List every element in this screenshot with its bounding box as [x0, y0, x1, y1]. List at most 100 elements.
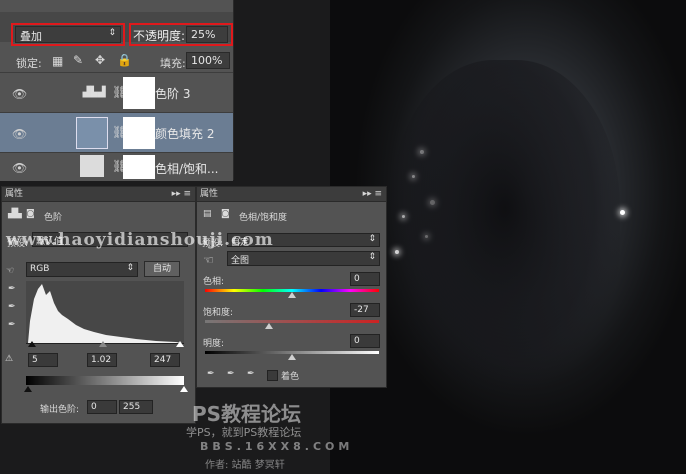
- opacity-label: 不透明度:: [133, 29, 186, 43]
- range-select[interactable]: 全图 ⇕: [227, 251, 380, 266]
- hue-saturation-properties-panel: 属性 ▸▸ ≡ ▤ ◙ 色相/饱和度 预设: 自定 ⇕ ☜ 全图 ⇕ 色相: 0…: [196, 186, 387, 388]
- output-gradient: [26, 376, 184, 385]
- white-eyedropper-icon[interactable]: ✒: [8, 320, 16, 330]
- panel-menu-icon[interactable]: ▸▸ ≡: [172, 187, 191, 201]
- output-white-slider[interactable]: [180, 386, 188, 392]
- lock-transparency-icon[interactable]: ▦: [52, 54, 63, 68]
- layer-mask-thumb: [123, 117, 155, 149]
- levels-properties-panel: 属性 ▸▸ ≡ ▟▙ ◙ 色阶 预设: 默认值 ☜ RGB ⇕ 自动 ✒ ✒ ✒…: [1, 186, 196, 424]
- mask-icon: ◙: [26, 209, 35, 219]
- lock-move-icon[interactable]: ✥: [95, 53, 105, 67]
- panel-title-bar: 属性 ▸▸ ≡: [2, 187, 195, 202]
- sparkle: [420, 150, 424, 154]
- input-gamma-slider[interactable]: [99, 341, 107, 347]
- select-arrows-icon: ⇕: [368, 234, 376, 244]
- input-black-value: 5: [32, 355, 38, 365]
- output-white-field[interactable]: 255: [119, 400, 153, 414]
- saturation-field[interactable]: -27: [350, 303, 380, 317]
- saturation-label: 饱和度:: [203, 308, 234, 318]
- layer-name: 颜色填充 2: [155, 127, 215, 141]
- layer-row-selected[interactable]: 👁 ⛓ 颜色填充 2: [0, 112, 233, 153]
- input-white-slider[interactable]: [176, 341, 184, 347]
- output-levels-label: 输出色阶:: [40, 405, 80, 415]
- hue-slider-knob[interactable]: [288, 292, 296, 298]
- layers-panel: 叠加 ⇕ 不透明度: 25% 锁定: ▦ ✎ ✥ 🔒 填充: 100% 👁 ▟▙…: [0, 0, 234, 181]
- panel-title: 属性: [5, 189, 24, 199]
- input-white-field[interactable]: 247: [150, 353, 180, 367]
- huesat-icon: ▤: [203, 209, 212, 219]
- eyedropper-plus-icon[interactable]: ✒: [227, 369, 235, 379]
- huesat-adjustment-icon: [80, 155, 104, 177]
- hue-field[interactable]: 0: [350, 272, 380, 286]
- saturation-value: -27: [354, 305, 369, 315]
- output-black-field[interactable]: 0: [87, 400, 117, 414]
- output-black-slider[interactable]: [24, 386, 32, 392]
- hand-tool-icon[interactable]: ☜: [203, 253, 214, 267]
- panel-title: 属性: [200, 189, 219, 199]
- gray-eyedropper-icon[interactable]: ✒: [8, 302, 16, 312]
- layer-name: 色相/饱和...: [155, 162, 219, 176]
- select-arrows-icon: ⇕: [368, 252, 376, 262]
- sparkle: [412, 175, 415, 178]
- output-white-value: 255: [123, 402, 141, 412]
- input-black-slider[interactable]: [28, 341, 36, 347]
- sparkle: [430, 200, 435, 205]
- hand-tool-icon[interactable]: ☜: [6, 266, 14, 276]
- colorize-label: 着色: [281, 372, 300, 382]
- visibility-eye-icon[interactable]: 👁: [12, 87, 27, 101]
- fill-label: 填充:: [160, 57, 186, 70]
- output-black-value: 0: [91, 402, 97, 412]
- panel-menu-icon[interactable]: ▸▸ ≡: [363, 187, 382, 201]
- select-arrows-icon: ⇕: [108, 28, 116, 38]
- input-black-field[interactable]: 5: [28, 353, 58, 367]
- panel-title-bar: 属性 ▸▸ ≡: [197, 187, 386, 202]
- mask-icon: ◙: [221, 209, 230, 219]
- input-gamma-value: 1.02: [91, 355, 112, 365]
- watermark-author: 作者: 站酷 梦冥轩: [205, 460, 285, 471]
- levels-adjustment-icon: ▟▙▟: [78, 77, 110, 109]
- channel-value: RGB: [30, 264, 50, 274]
- layer-row[interactable]: 👁 ▟▙▟ ⛓ 色阶 3: [0, 72, 233, 113]
- layer-name: 色阶 3: [155, 87, 191, 101]
- clipping-warning-icon[interactable]: ⚠: [5, 354, 13, 364]
- saturation-slider-knob[interactable]: [265, 323, 273, 329]
- visibility-eye-icon[interactable]: 👁: [12, 127, 27, 141]
- layer-row[interactable]: 👁 ⛓ 色相/饱和...: [0, 152, 233, 181]
- lightness-slider-knob[interactable]: [288, 354, 296, 360]
- visibility-eye-icon[interactable]: 👁: [12, 161, 27, 175]
- panel-subtitle: 色相/饱和度: [239, 213, 288, 223]
- panel-subtitle: 色阶: [44, 213, 63, 223]
- select-arrows-icon: ⇕: [126, 263, 134, 273]
- watermark-bbs-url: BBS.16XX8.COM: [200, 440, 354, 453]
- sparkle: [402, 215, 405, 218]
- auto-button[interactable]: 自动: [144, 261, 180, 277]
- opacity-value: 25%: [191, 28, 216, 41]
- blend-mode-select[interactable]: 叠加 ⇕: [15, 26, 121, 43]
- fill-value: 100%: [191, 54, 223, 67]
- watermark-site-name: PS教程论坛: [192, 402, 302, 426]
- color-fill-thumb: [76, 117, 108, 149]
- levels-icon: ▟▙: [8, 209, 22, 219]
- sparkle: [395, 250, 399, 254]
- range-value: 全图: [231, 256, 250, 266]
- sparkle: [425, 235, 428, 238]
- opacity-field[interactable]: 25%: [186, 26, 228, 43]
- fill-field[interactable]: 100%: [186, 52, 230, 69]
- lightness-value: 0: [354, 336, 360, 346]
- layer-mask-thumb: [123, 77, 155, 109]
- input-gamma-field[interactable]: 1.02: [87, 353, 117, 367]
- lock-label: 锁定:: [16, 57, 42, 70]
- eyedropper-minus-icon[interactable]: ✒: [247, 369, 255, 379]
- eyedropper-icon[interactable]: ✒: [207, 369, 215, 379]
- channel-select[interactable]: RGB ⇕: [26, 262, 138, 277]
- hue-label: 色相:: [203, 277, 225, 287]
- lock-all-icon[interactable]: 🔒: [117, 53, 132, 67]
- hue-value: 0: [354, 274, 360, 284]
- colorize-checkbox[interactable]: [267, 370, 278, 381]
- lightness-field[interactable]: 0: [350, 334, 380, 348]
- black-eyedropper-icon[interactable]: ✒: [8, 284, 16, 294]
- watermark-slogan: 学PS，就到PS教程论坛: [186, 426, 302, 439]
- sparkle: [620, 210, 625, 215]
- saturation-slider-track[interactable]: [205, 320, 379, 323]
- lock-brush-icon[interactable]: ✎: [73, 53, 83, 67]
